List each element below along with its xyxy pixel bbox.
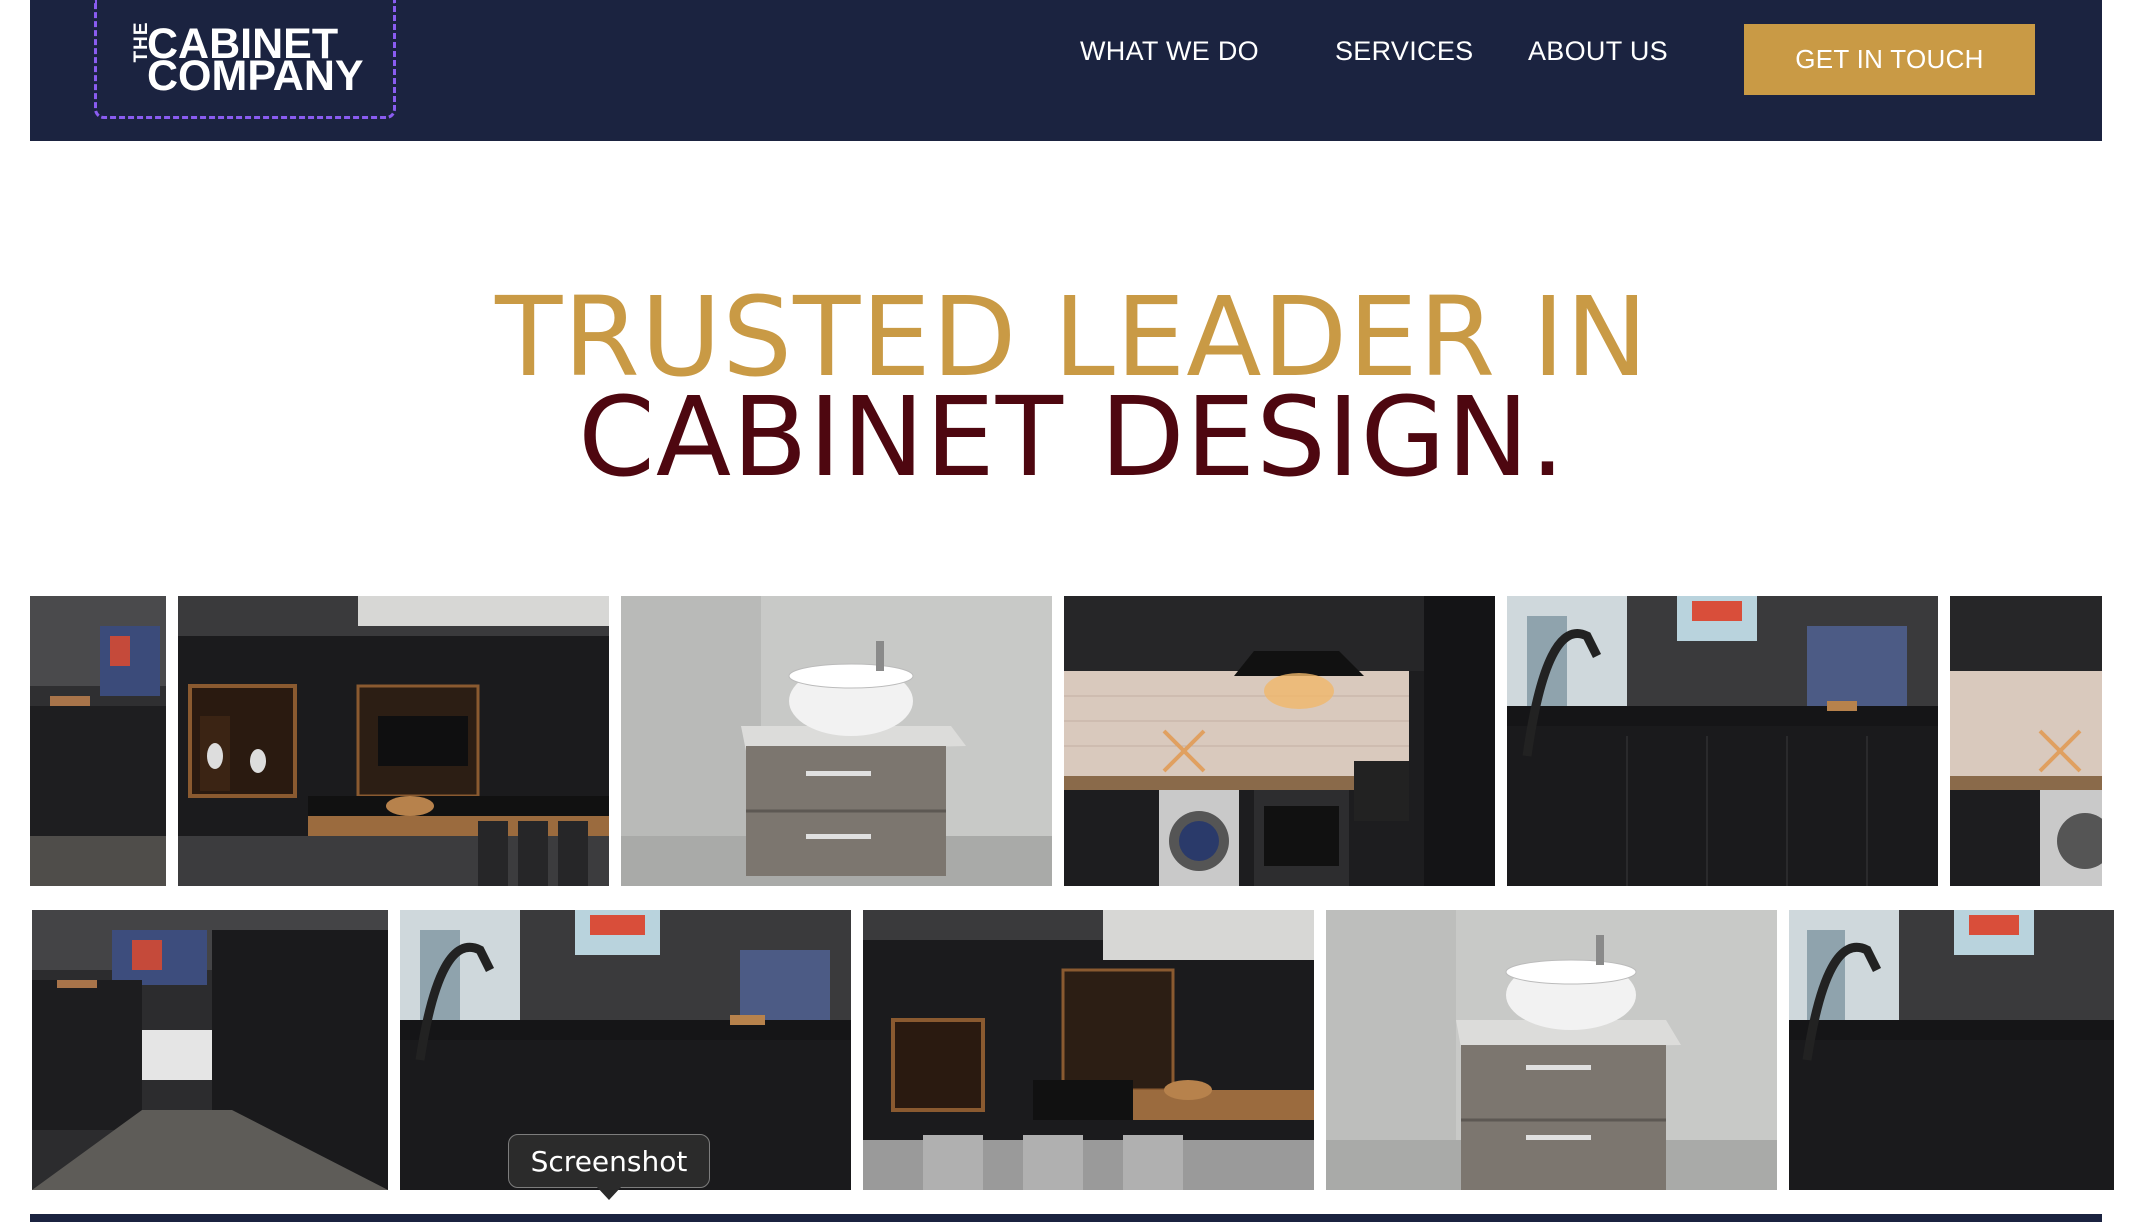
gallery-image-kitchen-window-tap[interactable]	[1507, 596, 1938, 886]
gallery-image-dark-kitchen-island-2[interactable]	[863, 910, 1314, 1190]
nav-what-we-do[interactable]: WHAT WE DO	[1080, 36, 1259, 67]
gallery-image-bathroom-vanity[interactable]	[621, 596, 1052, 886]
site-logo[interactable]: THE CABINET COMPANY	[94, 0, 396, 119]
gallery-image-kitchen-window-tap-3[interactable]	[1789, 910, 2114, 1190]
logo-company-text: COMPANY	[147, 52, 364, 100]
screenshot-tooltip: Screenshot	[508, 1134, 710, 1188]
gallery-image-bathroom-vanity-2[interactable]	[1326, 910, 1777, 1190]
page: THE CABINET COMPANY WHAT WE DO SERVICES …	[0, 0, 2144, 1222]
gallery-image-kitchen-corridor-partial[interactable]	[30, 596, 166, 886]
nav-about-us[interactable]: ABOUT US	[1528, 36, 1668, 67]
gallery-image-kitchen-appliances[interactable]	[1064, 596, 1495, 886]
gallery-image-dark-kitchen-island[interactable]	[178, 596, 609, 886]
tooltip-arrow	[596, 1186, 622, 1200]
gallery-image-kitchen-corridor[interactable]	[32, 910, 388, 1190]
gallery-image-kitchen-appliances-partial[interactable]	[1950, 596, 2102, 886]
site-header: THE CABINET COMPANY WHAT WE DO SERVICES …	[30, 0, 2102, 141]
nav-services[interactable]: SERVICES	[1335, 36, 1473, 67]
hero-title-line2: CABINET DESIGN.	[578, 373, 1566, 501]
footer-bar	[30, 1214, 2102, 1222]
get-in-touch-button[interactable]: GET IN TOUCH	[1744, 24, 2035, 95]
